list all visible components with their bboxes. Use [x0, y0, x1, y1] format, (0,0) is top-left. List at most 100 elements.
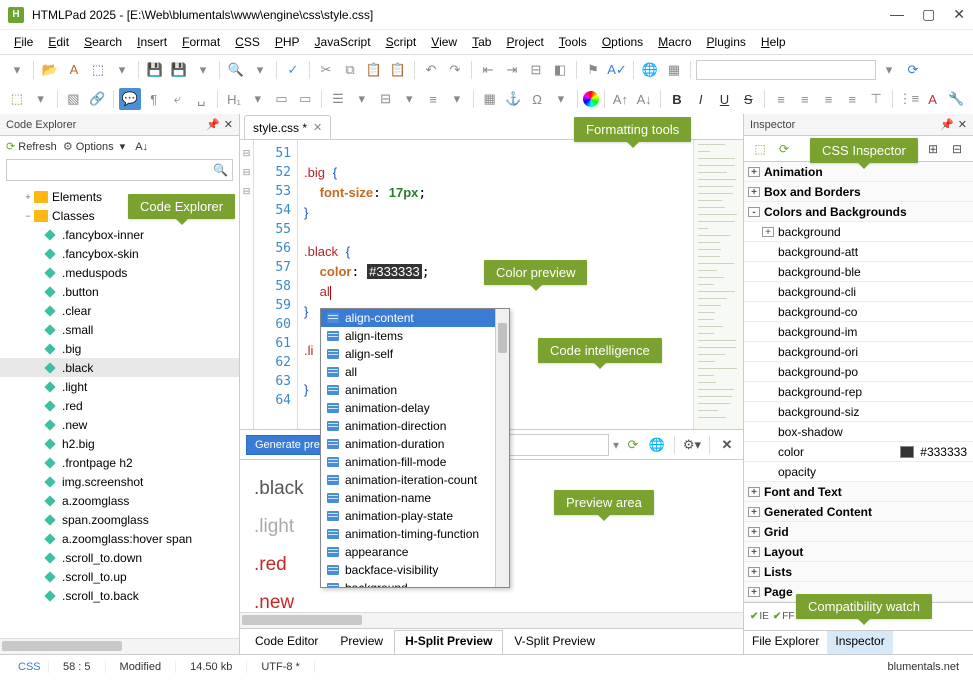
close-panel-icon[interactable]: ✕ — [224, 118, 233, 131]
address-input[interactable] — [696, 60, 876, 80]
br-icon[interactable]: ⤶ — [167, 88, 189, 110]
inspector-list[interactable]: +Animation+Box and Borders-Colors and Ba… — [744, 162, 973, 602]
autocomplete-item[interactable]: animation-iteration-count — [321, 471, 509, 489]
image-icon[interactable]: ▧ — [63, 88, 85, 110]
minimize-button[interactable]: — — [890, 6, 904, 23]
html-icon[interactable]: A — [63, 59, 85, 81]
para-icon[interactable]: ¶ — [143, 88, 165, 110]
autocomplete-item[interactable]: align-self — [321, 345, 509, 363]
outdent-icon[interactable]: ⇤ — [477, 59, 499, 81]
right-tab-inspector[interactable]: Inspector — [827, 631, 892, 654]
underline-icon[interactable]: U — [714, 88, 736, 110]
autocomplete-item[interactable]: animation-direction — [321, 417, 509, 435]
tree-class-item[interactable]: .fancybox-skin — [0, 244, 239, 263]
paste-icon[interactable]: 📋 — [363, 59, 385, 81]
validate-icon[interactable]: ⚑ — [582, 59, 604, 81]
menu-plugins[interactable]: Plugins — [701, 33, 752, 51]
autocomplete-item[interactable]: animation-duration — [321, 435, 509, 453]
pin-icon[interactable]: 📌 — [206, 118, 220, 131]
view-tab-v-split-preview[interactable]: V-Split Preview — [503, 630, 606, 654]
insp-expand-icon[interactable]: ⊞ — [923, 142, 943, 156]
new-file-icon[interactable]: ▾ — [6, 59, 28, 81]
align-justify-icon[interactable]: ≡ — [841, 88, 863, 110]
inspector-property[interactable]: background-po — [744, 362, 973, 382]
link-icon[interactable]: 🔗 — [86, 88, 108, 110]
comment-icon[interactable]: ⊟ — [525, 59, 547, 81]
dropdown-icon[interactable]: ▾ — [351, 88, 373, 110]
file-tab[interactable]: style.css * ✕ — [244, 115, 331, 139]
dropdown-icon[interactable]: ▾ — [192, 59, 214, 81]
autocomplete-item[interactable]: animation-fill-mode — [321, 453, 509, 471]
inspector-property[interactable]: background-siz — [744, 402, 973, 422]
inspector-property[interactable]: background-att — [744, 242, 973, 262]
inspector-group[interactable]: +Grid — [744, 522, 973, 542]
tree-class-item[interactable]: .scroll_to.back — [0, 586, 239, 605]
menu-php[interactable]: PHP — [269, 33, 306, 51]
align-left-icon[interactable]: ≡ — [770, 88, 792, 110]
view-tab-code-editor[interactable]: Code Editor — [244, 630, 329, 654]
inspector-group[interactable]: +Font and Text — [744, 482, 973, 502]
autocomplete-item[interactable]: all — [321, 363, 509, 381]
refresh2-icon[interactable]: ⟳ — [902, 59, 924, 81]
menu-view[interactable]: View — [425, 33, 463, 51]
inspector-property[interactable]: opacity — [744, 462, 973, 482]
status-encoding[interactable]: UTF-8 * — [247, 661, 315, 673]
dropdown-icon[interactable]: ▾ — [111, 59, 133, 81]
span-icon[interactable]: ▭ — [294, 88, 316, 110]
refresh-button[interactable]: Refresh — [6, 140, 57, 153]
ul-icon[interactable]: ⋮≡ — [898, 88, 920, 110]
tree-class-item[interactable]: .clear — [0, 301, 239, 320]
tree-class-item[interactable]: h2.big — [0, 434, 239, 453]
inspector-group[interactable]: +Generated Content — [744, 502, 973, 522]
indent-icon[interactable]: ⇥ — [501, 59, 523, 81]
inspector-property[interactable]: background-cli — [744, 282, 973, 302]
pin-icon[interactable]: 📌 — [940, 118, 954, 131]
redo-icon[interactable]: ↷ — [444, 59, 466, 81]
view-tab-h-split-preview[interactable]: H-Split Preview — [394, 630, 503, 654]
tree-class-item[interactable]: span.zoomglass — [0, 510, 239, 529]
autocomplete-item[interactable]: backface-visibility — [321, 561, 509, 579]
explorer-search-input[interactable] — [11, 164, 213, 176]
save-all-icon[interactable]: 💾 — [168, 59, 190, 81]
comment2-icon[interactable]: 💬 — [119, 88, 141, 110]
table-icon[interactable]: ▦ — [479, 88, 501, 110]
select-icon[interactable]: ▾ — [398, 88, 420, 110]
cut-icon[interactable]: ✂ — [315, 59, 337, 81]
font-inc-icon[interactable]: A↑ — [610, 88, 632, 110]
tree-class-item[interactable]: img.screenshot — [0, 472, 239, 491]
copy-icon[interactable]: ⧉ — [339, 59, 361, 81]
sort-icon[interactable]: A↓ — [135, 141, 148, 153]
open-icon[interactable]: 📂 — [39, 59, 61, 81]
insert-tag-icon[interactable]: ⬚ — [6, 88, 28, 110]
preview-icon[interactable]: ▦ — [663, 59, 685, 81]
menu-project[interactable]: Project — [500, 33, 549, 51]
insp-refresh-icon[interactable]: ⟳ — [774, 142, 794, 156]
color-icon[interactable] — [583, 91, 599, 107]
inspector-property[interactable]: background-co — [744, 302, 973, 322]
input-icon[interactable]: ⊟ — [375, 88, 397, 110]
menu-insert[interactable]: Insert — [131, 33, 173, 51]
tree-class-item[interactable]: .small — [0, 320, 239, 339]
dropdown-icon[interactable]: ▾ — [30, 88, 52, 110]
menu-script[interactable]: Script — [380, 33, 423, 51]
close-tab-icon[interactable]: ✕ — [313, 121, 322, 134]
align-right-icon[interactable]: ≡ — [818, 88, 840, 110]
align-top-icon[interactable]: ⊤ — [865, 88, 887, 110]
symbol-icon[interactable]: Ω — [526, 88, 548, 110]
menu-tab[interactable]: Tab — [466, 33, 497, 51]
minimap[interactable] — [693, 140, 743, 429]
go-icon[interactable]: ▾ — [878, 59, 900, 81]
inspector-group[interactable]: +Lists — [744, 562, 973, 582]
close-button[interactable]: ✕ — [953, 6, 965, 23]
menu-file[interactable]: File — [8, 33, 39, 51]
code-explorer-tree[interactable]: +Elements−Classes.fancybox-inner.fancybo… — [0, 183, 239, 638]
autocomplete-item[interactable]: align-items — [321, 327, 509, 345]
autocomplete-item[interactable]: animation-play-state — [321, 507, 509, 525]
inspector-property[interactable]: +background — [744, 222, 973, 242]
autocomplete-item[interactable]: animation — [321, 381, 509, 399]
menu-macro[interactable]: Macro — [652, 33, 697, 51]
search-icon[interactable]: 🔍 — [213, 163, 228, 177]
autocomplete-item[interactable]: animation-timing-function — [321, 525, 509, 543]
menu-search[interactable]: Search — [78, 33, 128, 51]
list-icon[interactable]: ≡ — [422, 88, 444, 110]
